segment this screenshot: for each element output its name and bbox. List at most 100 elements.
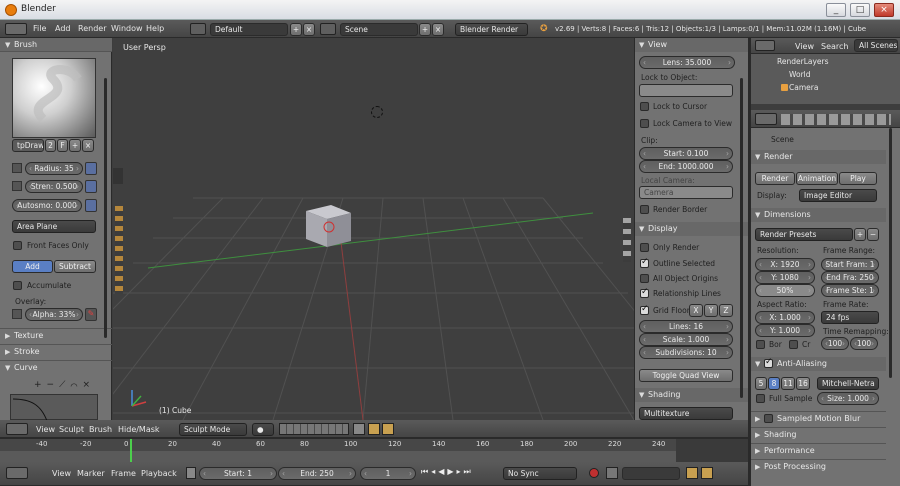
properties-scrollbar[interactable] — [889, 128, 892, 378]
motion-blur-panel-header[interactable]: ▶ Sampled Motion Blur — [751, 411, 886, 425]
outliner-display-select[interactable]: All Scenes — [854, 39, 898, 52]
radius-field[interactable]: Radius: 35 — [25, 162, 83, 175]
close-button[interactable]: × — [874, 3, 894, 17]
curve-panel-header[interactable]: ▼ Curve — [0, 360, 112, 374]
toggle-quad-view-button[interactable]: Toggle Quad View — [639, 369, 733, 382]
scene-remove-button[interactable]: × — [432, 23, 444, 36]
animation-button[interactable]: Animation — [796, 172, 838, 185]
scene-field[interactable]: Scene — [340, 23, 418, 36]
accumulate-checkbox[interactable] — [13, 281, 22, 290]
frame-end-field[interactable]: End Fra: 250 — [821, 271, 879, 284]
timeline-menu-playback[interactable]: Playback — [141, 469, 177, 478]
radius-pressure-icon[interactable] — [85, 162, 97, 175]
render-button[interactable]: Render — [755, 172, 795, 185]
resolution-percent-field[interactable]: 50% — [755, 284, 815, 297]
brush-add-button[interactable]: + — [69, 139, 81, 152]
insert-key-icon[interactable] — [686, 467, 698, 479]
outliner-item[interactable]: World — [763, 69, 893, 81]
lock-layers-icon[interactable] — [353, 423, 365, 435]
lock-object-field[interactable] — [639, 84, 733, 97]
brush-preview[interactable] — [12, 58, 96, 138]
axis-x-toggle[interactable]: X — [689, 304, 703, 317]
mode-select[interactable]: Sculpt Mode — [179, 423, 247, 436]
frame-step-field[interactable]: Frame Ste: 1 — [821, 284, 879, 297]
viewport-editor-icon[interactable] — [6, 423, 28, 435]
full-sample-checkbox[interactable] — [756, 394, 765, 403]
record-icon[interactable] — [589, 468, 599, 478]
shading-mode-select[interactable]: Multitexture — [639, 407, 733, 420]
preset-remove-button[interactable]: − — [867, 228, 879, 241]
crop-checkbox[interactable] — [789, 340, 798, 349]
axis-z-toggle[interactable]: Z — [719, 304, 733, 317]
outline-selected-checkbox[interactable] — [640, 257, 649, 268]
axis-y-toggle[interactable]: Y — [704, 304, 718, 317]
render-anim-icon[interactable] — [382, 423, 394, 435]
radius-lock-icon[interactable] — [12, 163, 22, 173]
shading-select[interactable]: ● — [252, 423, 274, 436]
brush-users-button[interactable]: 2 — [45, 139, 56, 152]
menu-add[interactable]: Add — [55, 24, 71, 33]
resolution-x-field[interactable]: X: 1920 — [755, 258, 815, 271]
resolution-y-field[interactable]: Y: 1080 — [755, 271, 815, 284]
maximize-button[interactable]: □ — [850, 3, 870, 17]
menu-render[interactable]: Render — [78, 24, 106, 33]
brush-name-field[interactable]: tpDraw — [12, 139, 44, 152]
outliner-item[interactable]: Camera — [763, 82, 893, 94]
layout-add-button[interactable]: + — [290, 23, 302, 36]
autosmooth-field[interactable]: Autosmo: 0.000 — [12, 199, 82, 212]
overlay-eye-icon[interactable] — [12, 309, 22, 319]
strength-pressure-icon[interactable] — [85, 180, 97, 193]
timeline-end-field[interactable]: End: 250 — [278, 467, 356, 480]
layout-field[interactable]: Default — [210, 23, 288, 36]
local-camera-field[interactable]: Camera — [639, 186, 733, 199]
curve-smooth-icon[interactable]: ⟋ — [59, 380, 70, 390]
layout-remove-button[interactable]: × — [303, 23, 315, 36]
timeline-menu-view[interactable]: View — [52, 469, 71, 478]
remap-new-field[interactable]: 100 — [850, 337, 878, 350]
sculpt-brush-icons[interactable] — [115, 206, 123, 294]
frame-rate-select[interactable]: 24 fps — [821, 311, 879, 324]
brush-stroke-mini-icon[interactable]: ✎ — [85, 308, 97, 321]
lens-field[interactable]: Lens: 35.000 — [639, 56, 735, 69]
outliner-menu-search[interactable]: Search — [821, 42, 848, 51]
scene-add-button[interactable]: + — [419, 23, 431, 36]
outliner-editor-icon[interactable] — [755, 40, 775, 51]
view-tool-icons[interactable] — [623, 218, 631, 262]
3d-cursor-icon[interactable] — [371, 106, 383, 118]
border-checkbox[interactable] — [756, 340, 765, 349]
viewport-menu-view[interactable]: View — [36, 425, 55, 434]
aa-samples-11[interactable]: 11 — [781, 377, 795, 390]
grid-scale-field[interactable]: Scale: 1.000 — [639, 333, 733, 346]
timeline[interactable]: -40-200204060801001201401601802002202402… — [0, 438, 748, 463]
stroke-panel-header[interactable]: ▶ Stroke — [0, 344, 112, 358]
relationship-lines-checkbox[interactable] — [640, 287, 649, 298]
render-border-checkbox[interactable] — [640, 205, 649, 214]
outliner-item[interactable]: RenderLayers — [763, 56, 893, 68]
shading-panel-header[interactable]: ▼ Shading — [635, 388, 749, 402]
curve-remove-icon[interactable]: − — [47, 380, 60, 390]
lock-cursor-checkbox[interactable] — [640, 102, 649, 111]
scene-icon[interactable] — [320, 23, 336, 35]
menu-file[interactable]: File — [33, 24, 46, 33]
viewport-menu-hide-mask[interactable]: Hide/Mask — [118, 425, 160, 434]
only-render-checkbox[interactable] — [640, 243, 649, 252]
layout-icon[interactable] — [190, 23, 206, 35]
preset-add-button[interactable]: + — [854, 228, 866, 241]
aa-samples-8[interactable]: 8 — [768, 377, 780, 390]
grid-subdivisions-field[interactable]: Subdivisions: 10 — [639, 346, 733, 359]
aa-filter-select[interactable]: Mitchell-Netra — [817, 377, 879, 390]
timeline-menu-frame[interactable]: Frame — [111, 469, 136, 478]
tool-shelf-scrollbar[interactable] — [104, 78, 107, 338]
playback-controls[interactable]: ⏮◂◀▶▸⏭ — [421, 467, 497, 479]
view-panel-header[interactable]: ▼ View — [635, 38, 749, 52]
render-panel-header[interactable]: ▼ Render — [751, 150, 886, 164]
post-processing-panel-header[interactable]: ▶ Post Processing — [751, 459, 886, 473]
shading-props-panel-header[interactable]: ▶ Shading — [751, 427, 886, 441]
brush-remove-button[interactable]: × — [82, 139, 94, 152]
performance-panel-header[interactable]: ▶ Performance — [751, 443, 886, 457]
strength-field[interactable]: Stren: 0.500 — [25, 180, 83, 193]
outliner-menu-view[interactable]: View — [795, 42, 814, 51]
sculpt-plane-select[interactable]: Area Plane — [12, 220, 96, 233]
brush-fake-user-button[interactable]: F — [57, 139, 68, 152]
layer-buttons[interactable] — [279, 423, 349, 435]
